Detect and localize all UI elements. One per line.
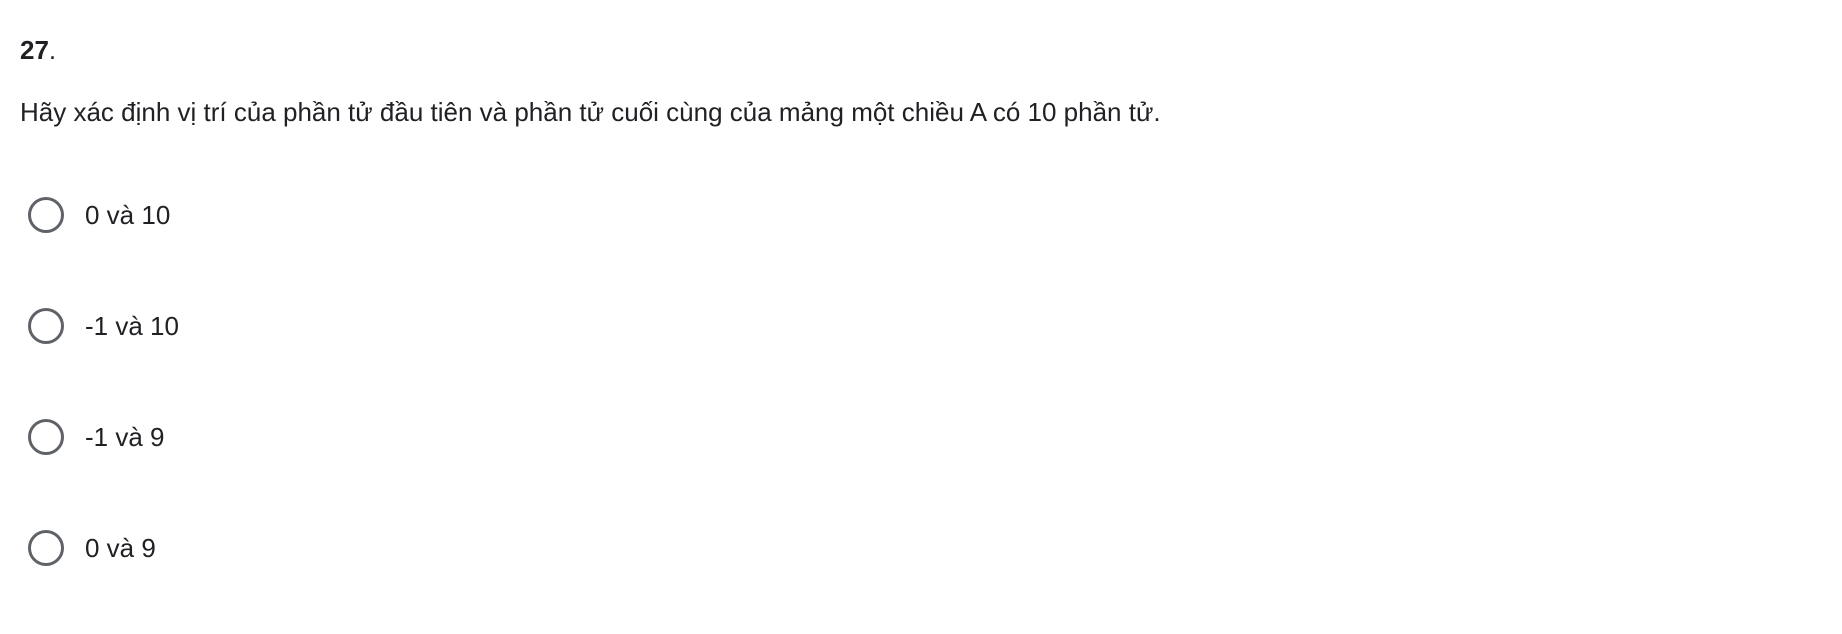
question-number: 27. (20, 30, 1820, 70)
answer-option-label: 0 và 10 (85, 200, 171, 230)
radio-button[interactable] (28, 419, 64, 455)
question-text: Hãy xác định vị trí của phần tử đầu tiên… (20, 97, 1161, 127)
radio-button[interactable] (28, 530, 64, 566)
answer-option[interactable]: 0 và 9 (28, 526, 179, 570)
question-block: 27. Hãy xác định vị trí của phần tử đầu … (20, 30, 1820, 132)
answer-option[interactable]: 0 và 10 (28, 193, 179, 237)
answer-option-label: 0 và 9 (85, 533, 156, 563)
answer-option[interactable]: -1 và 9 (28, 415, 179, 459)
radio-button[interactable] (28, 197, 64, 233)
answer-option[interactable]: -1 và 10 (28, 304, 179, 348)
radio-button[interactable] (28, 308, 64, 344)
answer-options: 0 và 10 -1 và 10 -1 và 9 0 và 9 (28, 193, 179, 570)
answer-option-label: -1 và 10 (85, 311, 179, 341)
answer-option-label: -1 và 9 (85, 422, 165, 452)
question-number-suffix: . (48, 35, 57, 65)
question-number-value: 27 (20, 35, 49, 65)
